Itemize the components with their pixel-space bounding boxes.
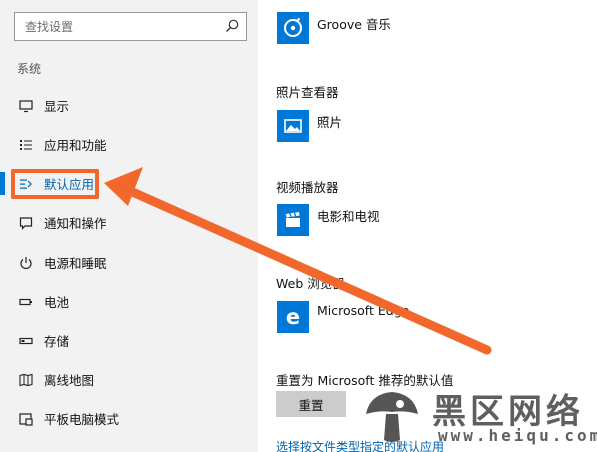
sidebar-item-storage[interactable]: 存储	[0, 321, 258, 360]
music-app-name: Groove 音乐	[317, 17, 391, 32]
video-player-title: 视频播放器	[276, 180, 339, 195]
photo-app-name: 照片	[317, 115, 343, 130]
sidebar-item-default-apps[interactable]: 默认应用	[0, 164, 258, 203]
photo-app-button[interactable]: 照片	[277, 110, 342, 142]
search-input[interactable]	[15, 13, 215, 40]
video-app-button[interactable]: 电影和电视	[277, 204, 380, 236]
sidebar-item-label: 离线地图	[44, 373, 95, 388]
sidebar-item-label: 显示	[44, 99, 70, 114]
storage-icon	[19, 337, 33, 344]
sidebar-item-display[interactable]: 显示	[0, 86, 258, 125]
watermark-url: www.heiqu.com	[438, 426, 597, 445]
list-icon	[20, 139, 32, 150]
sidebar-item-power-sleep[interactable]: 电源和睡眠	[0, 243, 258, 282]
reset-button[interactable]: 重置	[276, 391, 346, 417]
selection-indicator	[0, 172, 5, 195]
sidebar-item-label: 存储	[44, 334, 70, 349]
sidebar-item-label: 电池	[44, 295, 70, 310]
sidebar-item-label: 平板电脑模式	[44, 412, 120, 427]
video-app-name: 电影和电视	[317, 209, 380, 224]
watermark: 黑区网络 www.heiqu.com	[358, 378, 597, 452]
music-app-button[interactable]: Groove 音乐	[277, 12, 391, 44]
section-title: 系统	[17, 62, 42, 76]
film-icon	[277, 204, 309, 236]
browser-app-name: Microsoft Edge	[317, 303, 410, 318]
sidebar-item-tablet-mode[interactable]: 平板电脑模式	[0, 399, 258, 438]
browser-app-button[interactable]: e Microsoft Edge	[277, 301, 409, 333]
photos-icon	[277, 110, 309, 142]
search-box[interactable]	[14, 12, 247, 41]
sidebar-item-label: 应用和功能	[44, 138, 107, 153]
web-browser-title: Web 浏览器	[276, 276, 345, 291]
map-icon	[19, 373, 33, 386]
edge-icon: e	[277, 301, 309, 333]
tablet-icon	[19, 412, 33, 426]
power-icon	[20, 256, 32, 269]
sidebar-item-notifications[interactable]: 通知和操作	[0, 203, 258, 242]
default-apps-icon	[20, 179, 32, 189]
sidebar-item-label: 通知和操作	[44, 216, 107, 231]
sidebar-item-battery[interactable]: 电池	[0, 282, 258, 321]
mushroom-logo-icon	[366, 392, 418, 442]
sidebar-item-label: 默认应用	[44, 177, 95, 192]
notification-icon	[19, 216, 33, 230]
sidebar-item-offline-maps[interactable]: 离线地图	[0, 360, 258, 399]
photo-viewer-title: 照片查看器	[276, 85, 339, 100]
sidebar-item-label: 电源和睡眠	[44, 256, 107, 271]
search-icon[interactable]	[224, 18, 240, 34]
sidebar: 系统 显示 应用和功能 默认应用 通知和操作	[0, 0, 258, 452]
groove-icon	[277, 12, 309, 44]
battery-icon	[19, 298, 32, 305]
monitor-icon	[19, 99, 33, 112]
sidebar-item-apps-features[interactable]: 应用和功能	[0, 125, 258, 164]
